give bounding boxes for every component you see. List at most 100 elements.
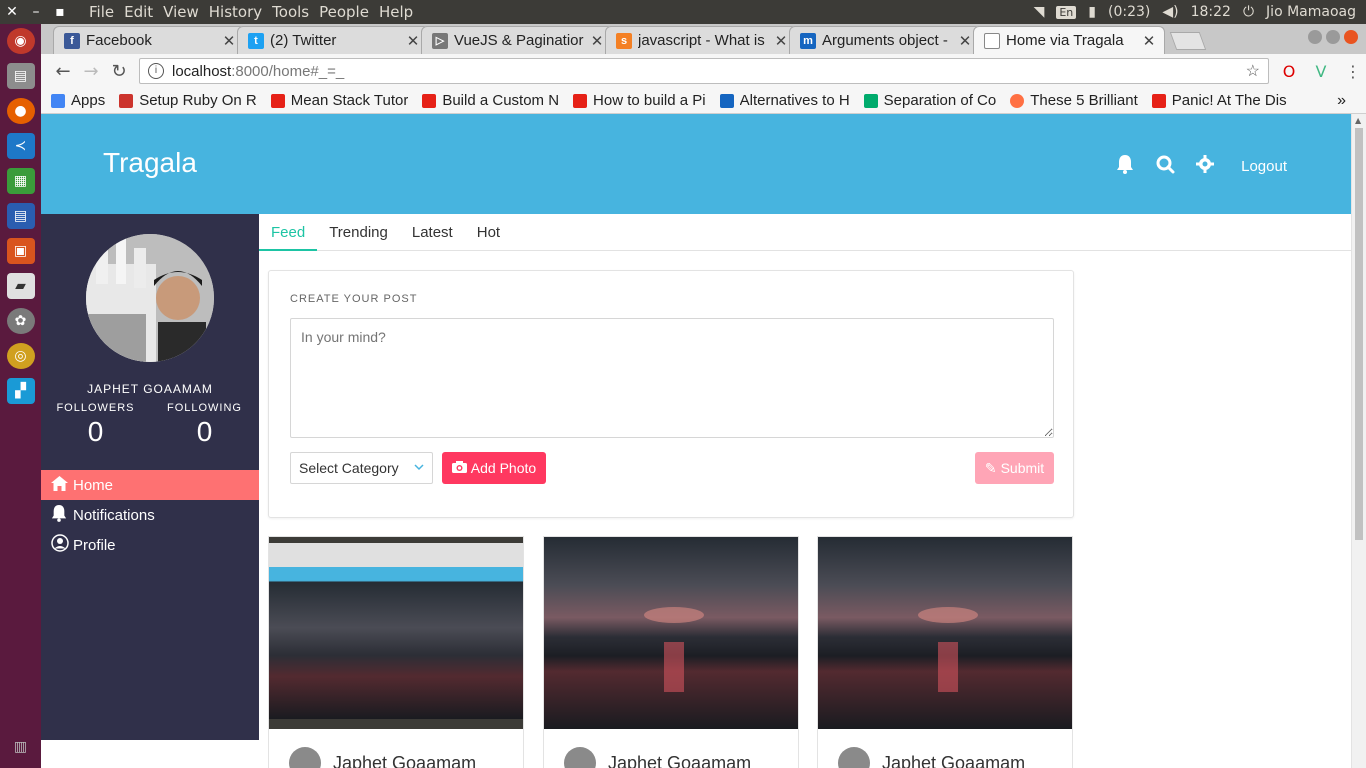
keyboard-layout-indicator[interactable]: En xyxy=(1056,5,1077,19)
post-image[interactable] xyxy=(544,537,798,729)
forward-icon[interactable]: → xyxy=(77,61,105,82)
browser-tab[interactable]: m Arguments object - ✕ xyxy=(789,26,981,54)
post-author[interactable]: Japhet Goaamam xyxy=(289,747,476,768)
brand-logo[interactable]: Tragala xyxy=(103,147,197,179)
chrome-icon[interactable]: ◎ xyxy=(6,343,35,369)
browser-tab[interactable]: ▷ VueJS & Paginatior ✕ xyxy=(421,26,613,54)
vue-devtools-icon[interactable]: V xyxy=(1309,62,1333,81)
page-scrollbar[interactable]: ▲ xyxy=(1351,114,1366,768)
submit-button[interactable]: ✎ Submit xyxy=(975,452,1054,484)
search-icon[interactable] xyxy=(1155,155,1175,179)
browser-tab[interactable]: s javascript - What is ✕ xyxy=(605,26,797,54)
menu-history[interactable]: History xyxy=(204,3,267,21)
close-tab-icon[interactable]: ✕ xyxy=(222,32,236,50)
spreadsheet-icon[interactable]: ▦ xyxy=(6,168,35,194)
reload-icon[interactable]: ↻ xyxy=(105,61,133,82)
post-author[interactable]: Japhet Goaamam xyxy=(564,747,751,768)
vscode-icon[interactable]: ≺ xyxy=(6,133,35,159)
post-image[interactable] xyxy=(818,537,1072,729)
minimize-window-icon[interactable]: – xyxy=(24,4,48,20)
bookmark-item[interactable]: How to build a Pi xyxy=(573,92,706,109)
site-info-icon[interactable]: i xyxy=(148,63,164,79)
tab-trending[interactable]: Trending xyxy=(317,214,400,251)
browser-tab-active[interactable]: Home via Tragala ✕ xyxy=(973,26,1165,54)
wifi-icon[interactable]: ◥ xyxy=(1034,4,1045,20)
bookmark-item[interactable]: Separation of Co xyxy=(863,92,996,109)
firefox-icon[interactable]: ● xyxy=(6,98,35,124)
tab-feed[interactable]: Feed xyxy=(259,214,318,251)
address-bar[interactable]: i localhost:8000/home#_=_ ☆ xyxy=(139,58,1269,84)
back-icon[interactable]: ← xyxy=(49,61,77,82)
post-card[interactable]: Japhet Goaamam xyxy=(268,536,524,768)
bookmark-item[interactable]: Build a Custom N xyxy=(422,92,559,109)
menu-view[interactable]: View xyxy=(158,3,204,21)
close-icon[interactable] xyxy=(1344,30,1358,44)
close-tab-icon[interactable]: ✕ xyxy=(774,32,788,50)
menu-people[interactable]: People xyxy=(314,3,374,21)
settings-icon[interactable]: ✿ xyxy=(6,308,35,334)
writer-icon[interactable]: ▤ xyxy=(6,203,35,229)
power-icon[interactable]: ⏻ xyxy=(1243,4,1254,20)
minimize-icon[interactable] xyxy=(1308,30,1322,44)
maximize-icon[interactable] xyxy=(1326,30,1340,44)
close-window-icon[interactable]: ✕ xyxy=(0,4,24,20)
files-icon[interactable]: ▤ xyxy=(6,63,35,89)
avatar[interactable] xyxy=(86,234,214,362)
restore-window-icon[interactable]: ▪ xyxy=(48,4,72,20)
sidebar-item-home[interactable]: Home xyxy=(41,470,259,500)
opera-extension-icon[interactable]: O xyxy=(1277,62,1301,81)
author-avatar[interactable] xyxy=(289,747,321,768)
category-select[interactable]: Select Category xyxy=(290,452,433,484)
bookmark-star-icon[interactable]: ☆ xyxy=(1246,61,1260,81)
tab-hot[interactable]: Hot xyxy=(465,214,512,251)
workspace-switcher-icon[interactable]: ▞ xyxy=(6,378,35,404)
sidebar-item-profile[interactable]: Profile xyxy=(41,530,259,560)
battery-icon[interactable]: ▮ xyxy=(1088,4,1096,20)
impress-icon[interactable]: ▣ xyxy=(6,238,35,264)
volume-icon[interactable]: ◀) xyxy=(1162,4,1178,20)
post-card[interactable]: Japhet Goaamam xyxy=(543,536,799,768)
close-tab-icon[interactable]: ✕ xyxy=(1142,32,1156,50)
new-tab-button[interactable] xyxy=(1169,32,1207,50)
menu-file[interactable]: File xyxy=(84,3,119,21)
following-stat[interactable]: FOLLOWING 0 xyxy=(150,402,259,448)
post-image[interactable] xyxy=(269,537,523,729)
followers-stat[interactable]: FOLLOWERS 0 xyxy=(41,402,150,448)
clock[interactable]: 18:22 xyxy=(1191,4,1231,20)
menu-edit[interactable]: Edit xyxy=(119,3,158,21)
close-tab-icon[interactable]: ✕ xyxy=(406,32,420,50)
software-center-icon[interactable]: ▰ xyxy=(6,273,35,299)
menu-help[interactable]: Help xyxy=(374,3,418,21)
browser-tab[interactable]: f Facebook ✕ xyxy=(53,26,245,54)
post-author[interactable]: Japhet Goaamam xyxy=(838,747,1025,768)
trash-icon[interactable]: ▥ xyxy=(7,734,35,760)
close-tab-icon[interactable]: ✕ xyxy=(958,32,972,50)
bookmark-item[interactable]: Setup Ruby On R xyxy=(119,92,257,109)
session-user[interactable]: Jio Mamaoag xyxy=(1266,4,1356,20)
author-avatar[interactable] xyxy=(838,747,870,768)
sidebar-item-notifications[interactable]: Notifications xyxy=(41,500,259,530)
logout-link[interactable]: Logout xyxy=(1241,158,1287,175)
menu-tools[interactable]: Tools xyxy=(267,3,314,21)
author-avatar[interactable] xyxy=(564,747,596,768)
add-photo-button[interactable]: Add Photo xyxy=(442,452,546,484)
close-tab-icon[interactable]: ✕ xyxy=(590,32,604,50)
bookmark-item[interactable]: These 5 Brilliant xyxy=(1010,92,1138,109)
post-text-input[interactable] xyxy=(290,318,1054,438)
bookmark-item[interactable]: Panic! At The Dis xyxy=(1151,92,1287,109)
bell-icon[interactable] xyxy=(1115,154,1135,179)
tab-latest[interactable]: Latest xyxy=(400,214,465,251)
post-card[interactable]: Japhet Goaamam xyxy=(817,536,1073,768)
scrollbar-thumb[interactable] xyxy=(1355,128,1363,540)
bookmark-apps[interactable]: Apps xyxy=(51,92,105,109)
chrome-menu-icon[interactable]: ⋮ xyxy=(1341,62,1365,81)
bookmark-item[interactable]: Alternatives to H xyxy=(719,92,850,109)
battery-time[interactable]: (0:23) xyxy=(1108,4,1150,20)
more-bookmarks-icon[interactable]: » xyxy=(1337,92,1346,110)
bookmark-item[interactable]: Mean Stack Tutor xyxy=(270,92,408,109)
browser-tab[interactable]: t (2) Twitter ✕ xyxy=(237,26,429,54)
scroll-up-icon[interactable]: ▲ xyxy=(1355,116,1361,125)
medium-icon xyxy=(863,93,878,108)
ubuntu-dash-icon[interactable]: ◉ xyxy=(6,28,35,54)
gear-icon[interactable] xyxy=(1195,155,1215,178)
